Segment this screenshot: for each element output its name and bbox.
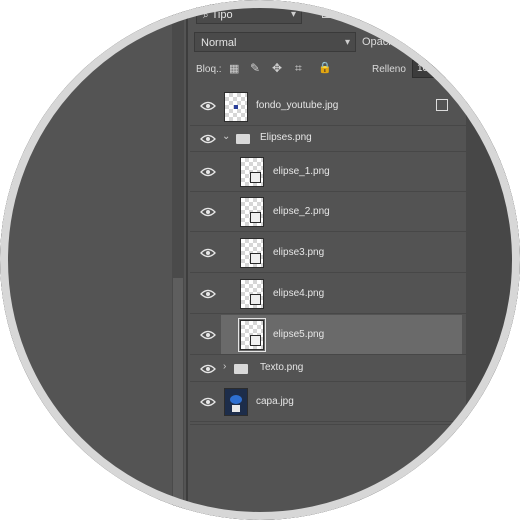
- layer-thumbnail-mark: [230, 395, 242, 404]
- shape-layer-icon: [250, 212, 261, 223]
- visibility-eye-icon[interactable]: [200, 289, 216, 299]
- folder-icon: [236, 134, 250, 144]
- visibility-eye-icon[interactable]: [200, 134, 216, 144]
- panel-bottom-divider: [190, 424, 466, 425]
- layer-group-row[interactable]: ⌄ Elipses.png: [190, 126, 466, 152]
- layer-thumbnail-mark: [234, 105, 238, 109]
- layer-group-row[interactable]: › Texto.png: [190, 356, 466, 382]
- scrollbar-thumb[interactable]: [173, 278, 183, 508]
- layer-row[interactable]: fondo_youtube.jpg: [190, 86, 466, 126]
- visibility-eye-icon[interactable]: [200, 330, 216, 340]
- visibility-eye-icon[interactable]: [200, 101, 216, 111]
- chevron-down-icon: ▾: [344, 37, 350, 48]
- lock-all-icon[interactable]: 🔒: [318, 61, 332, 74]
- layer-name: elipse3.png: [273, 247, 325, 258]
- shape-layer-icon: [250, 335, 261, 346]
- filter-image-icon[interactable]: [322, 8, 336, 18]
- opacity-label: Opaci: [362, 36, 391, 48]
- lock-transparent-pixels-icon[interactable]: ▦: [229, 62, 239, 75]
- canvas-area: [0, 0, 186, 520]
- layer-thumbnail: [224, 388, 248, 416]
- visibility-eye-icon[interactable]: [200, 397, 216, 407]
- zoom-lens: ⌕ Tipo ▾ Normal ▾ Opaci Bloq.: ▦ ✎ ✥ ⌗ 🔒 …: [0, 0, 520, 520]
- fill-label: Relleno: [372, 64, 406, 75]
- panel-scroll-strip: [466, 0, 520, 520]
- shape-layer-icon: [250, 253, 261, 264]
- layer-thumbnail: [240, 157, 264, 187]
- fill-value-field[interactable]: 10: [412, 60, 452, 78]
- layer-name: elipse5.png: [273, 329, 325, 340]
- layer-name: elipse_2.png: [273, 206, 330, 217]
- filter-kind-label: Tipo: [211, 9, 233, 21]
- layer-thumbnail-mark: [232, 405, 240, 412]
- lock-label: Bloq.:: [196, 64, 222, 75]
- lock-position-icon[interactable]: ✥: [272, 61, 282, 75]
- layer-thumbnail: [224, 92, 248, 122]
- layer-row[interactable]: elipse_2.png: [190, 192, 466, 232]
- layer-row[interactable]: elipse4.png: [190, 274, 466, 314]
- chevron-down-icon: ▾: [290, 9, 296, 20]
- blend-mode-label: Normal: [201, 37, 237, 49]
- layer-name: fondo_youtube.jpg: [256, 100, 339, 111]
- layer-row[interactable]: elipse5.png: [190, 315, 466, 355]
- prevent-autonest-icon[interactable]: ⌗: [295, 61, 302, 76]
- chevron-right-icon[interactable]: ›: [223, 361, 226, 372]
- layer-row[interactable]: elipse_1.png: [190, 152, 466, 192]
- chevron-down-icon[interactable]: ⌄: [222, 131, 230, 142]
- smart-object-icon: [436, 99, 448, 111]
- folder-icon: [234, 364, 248, 374]
- layer-name: elipse4.png: [273, 288, 325, 299]
- layer-thumbnail: [238, 318, 266, 352]
- shape-layer-icon: [250, 294, 261, 305]
- visibility-eye-icon[interactable]: [200, 364, 216, 374]
- shape-layer-icon: [250, 172, 261, 183]
- layer-name: Elipses.png: [260, 132, 312, 143]
- visibility-eye-icon[interactable]: [200, 248, 216, 258]
- search-icon: ⌕: [203, 10, 209, 21]
- visibility-eye-icon[interactable]: [200, 167, 216, 177]
- filter-kind-dropdown[interactable]: ⌕ Tipo ▾: [196, 4, 302, 24]
- fill-value: 10: [417, 63, 429, 74]
- blend-mode-dropdown[interactable]: Normal ▾: [194, 32, 356, 52]
- layer-thumbnail: [240, 279, 264, 309]
- layer-thumbnail: [240, 197, 264, 227]
- layer-row[interactable]: capa.jpg: [190, 382, 466, 422]
- layer-row[interactable]: elipse3.png: [190, 233, 466, 273]
- layer-name: Texto.png: [260, 362, 304, 373]
- layer-name: capa.jpg: [256, 396, 294, 407]
- layer-thumbnail: [240, 238, 264, 268]
- lock-image-pixels-icon[interactable]: ✎: [250, 61, 260, 75]
- layer-name: elipse_1.png: [273, 166, 330, 177]
- visibility-eye-icon[interactable]: [200, 207, 216, 217]
